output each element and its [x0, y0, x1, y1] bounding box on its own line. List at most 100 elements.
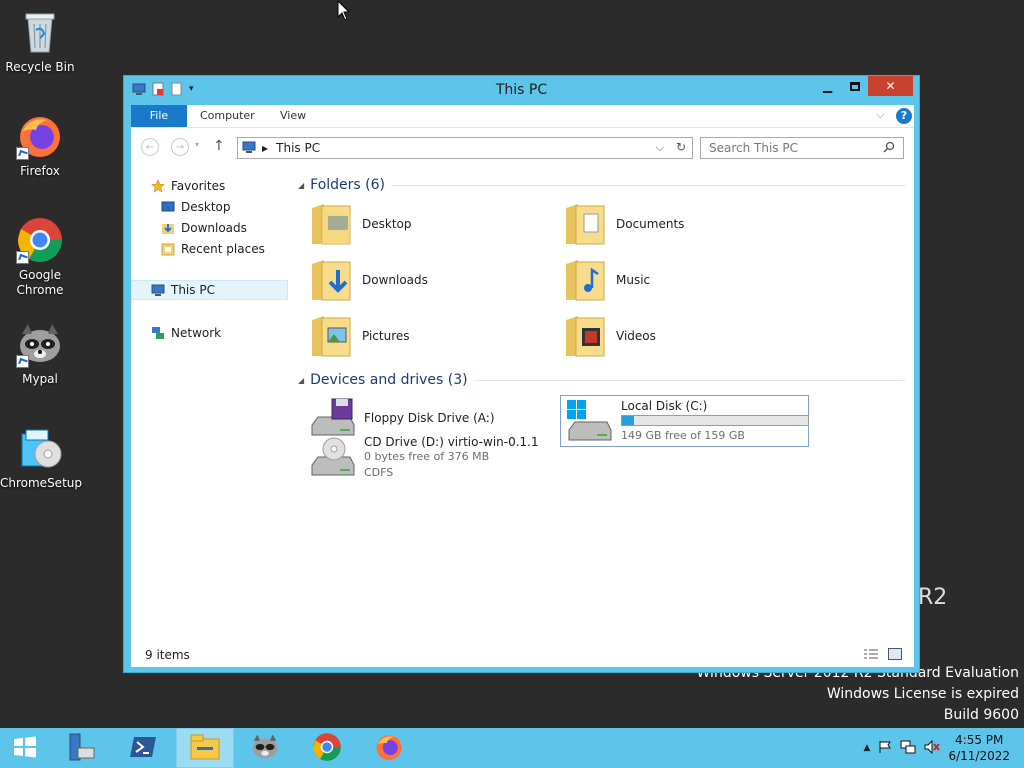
watermark-build: Build 9600 — [943, 707, 1019, 723]
minimize-button[interactable]: ▁ — [814, 76, 841, 96]
window-title: This PC — [495, 82, 548, 98]
close-button[interactable]: ✕ — [868, 76, 913, 96]
back-button[interactable]: ← — [141, 138, 159, 156]
network-icon — [151, 326, 165, 340]
folder-pictures[interactable]: Pictures — [310, 312, 410, 360]
downloads-small-icon — [161, 221, 175, 235]
local-disk-label: Local Disk (C:) — [621, 398, 708, 413]
tab-file[interactable]: File — [131, 105, 187, 127]
maximize-button[interactable] — [841, 76, 868, 96]
firefox-icon — [374, 732, 404, 765]
folder-desktop[interactable]: Desktop — [310, 200, 412, 248]
tray-clock[interactable]: 4:55 PM 6/11/2022 — [948, 732, 1010, 764]
desktop-icon-recycle-bin[interactable]: Recycle Bin — [0, 8, 80, 75]
nav-this-pc[interactable]: This PC — [131, 280, 288, 300]
music-folder-icon — [564, 256, 608, 304]
downloads-folder-icon — [310, 256, 354, 304]
volume-muted-icon[interactable] — [924, 739, 941, 757]
computer-small-icon — [151, 283, 165, 297]
folder-downloads[interactable]: Downloads — [310, 256, 428, 304]
disk-usage-fill — [622, 415, 634, 425]
local-disk-details: Local Disk (C:) 149 GB free of 159 GB — [621, 399, 809, 444]
nav-favorites-label: Favorites — [171, 179, 226, 193]
up-arrow-icon[interactable]: ↑ — [213, 138, 225, 154]
chrome-label: Google Chrome — [16, 268, 64, 297]
group-divider — [391, 184, 906, 186]
start-button[interactable] — [0, 728, 50, 768]
firefox-label: Firefox — [20, 164, 60, 178]
details-view-icon[interactable] — [864, 648, 878, 663]
collapse-group-icon[interactable]: ◢ — [298, 181, 304, 190]
folder-downloads-label: Downloads — [362, 273, 428, 287]
breadcrumb-chevron-icon[interactable]: ▶ — [262, 144, 268, 153]
refresh-icon[interactable]: ↻ — [676, 140, 686, 154]
drive-local-c[interactable]: Local Disk (C:) 149 GB free of 159 GB — [560, 395, 809, 447]
chrome-icon — [16, 216, 64, 264]
drives-group-header[interactable]: ◢ Devices and drives (3) — [298, 372, 906, 388]
desktop-icon-chromesetup[interactable]: ChromeSetup — [0, 424, 82, 491]
forward-button[interactable]: → — [171, 138, 189, 156]
taskbar-file-explorer[interactable] — [176, 728, 234, 768]
taskbar-chrome[interactable] — [298, 728, 356, 768]
disk-usage-bar — [621, 414, 809, 426]
show-hidden-icons-icon[interactable]: ▲ — [864, 743, 871, 753]
folder-documents[interactable]: Documents — [564, 200, 684, 248]
help-icon[interactable]: ? — [896, 108, 912, 124]
nav-network-label: Network — [171, 326, 222, 340]
search-icon[interactable] — [883, 141, 895, 156]
address-path[interactable]: This PC — [276, 141, 320, 155]
window-controls: ▁ ✕ — [814, 76, 913, 96]
folder-videos-label: Videos — [616, 329, 656, 343]
powershell-icon — [129, 735, 157, 762]
folder-music[interactable]: Music — [564, 256, 650, 304]
chromesetup-label: ChromeSetup — [0, 476, 82, 490]
desktop-small-icon — [161, 200, 175, 214]
cd-drive-details: CD Drive (D:) virtio-win-0.1.1 0 bytes f… — [364, 435, 539, 481]
address-bar[interactable]: ▶ This PC ⌵ ↻ — [237, 137, 693, 159]
nav-downloads[interactable]: Downloads — [161, 218, 247, 238]
explorer-window: ▾ This PC ▁ ✕ File Computer View ⌵ ? ← →… — [123, 75, 920, 673]
taskbar-server-manager[interactable] — [52, 728, 110, 768]
pictures-folder-icon — [310, 312, 354, 360]
drives-group-title: Devices and drives (3) — [310, 372, 468, 388]
recycle-bin-label: Recycle Bin — [5, 60, 75, 74]
search-input[interactable]: Search This PC — [700, 137, 904, 159]
close-icon: ✕ — [885, 79, 896, 93]
chrome-icon — [312, 732, 342, 765]
folder-videos[interactable]: Videos — [564, 312, 656, 360]
recycle-bin-icon — [16, 8, 64, 56]
title-bar[interactable]: ▾ This PC ▁ ✕ — [124, 76, 919, 104]
desktop-icon-chrome[interactable]: Google Chrome — [0, 216, 80, 298]
group-divider — [473, 379, 906, 381]
recent-locations-icon[interactable]: ▾ — [195, 140, 199, 149]
folders-group-header[interactable]: ◢ Folders (6) — [298, 177, 906, 193]
nav-recent-places[interactable]: Recent places — [161, 239, 265, 259]
folder-documents-label: Documents — [616, 217, 685, 231]
taskbar-powershell[interactable] — [114, 728, 172, 768]
tab-view[interactable]: View — [280, 105, 306, 127]
drive-cd-d[interactable]: CD Drive (D:) virtio-win-0.1.1 0 bytes f… — [308, 435, 539, 481]
collapse-group-icon[interactable]: ◢ — [298, 376, 304, 385]
cd-drive-fs: CDFS — [364, 466, 394, 479]
star-icon — [151, 179, 165, 193]
nav-network[interactable]: Network — [151, 323, 221, 343]
nav-recent-places-label: Recent places — [181, 242, 265, 256]
desktop-icon-mypal[interactable]: Mypal — [0, 320, 80, 387]
taskbar-mypal[interactable] — [236, 728, 294, 768]
taskbar-firefox[interactable] — [360, 728, 418, 768]
cd-drive-label: CD Drive (D:) virtio-win-0.1.1 — [364, 435, 539, 449]
watermark-license: Windows License is expired — [826, 686, 1019, 702]
nav-favorites[interactable]: Favorites — [151, 176, 225, 196]
shortcut-arrow-icon — [16, 251, 29, 264]
firefox-icon — [16, 112, 64, 160]
local-disk-free: 149 GB free of 159 GB — [621, 428, 745, 442]
content-area: Favorites Desktop Downloads Recent place… — [131, 167, 914, 643]
large-icons-view-icon[interactable] — [888, 648, 902, 663]
network-tray-icon[interactable] — [900, 740, 916, 757]
expand-ribbon-icon[interactable]: ⌵ — [876, 108, 884, 122]
action-center-flag-icon[interactable] — [878, 740, 892, 757]
nav-desktop[interactable]: Desktop — [161, 197, 231, 217]
desktop-icon-firefox[interactable]: Firefox — [0, 112, 80, 179]
tab-computer[interactable]: Computer — [200, 105, 255, 127]
address-dropdown-icon[interactable]: ⌵ — [656, 141, 664, 155]
